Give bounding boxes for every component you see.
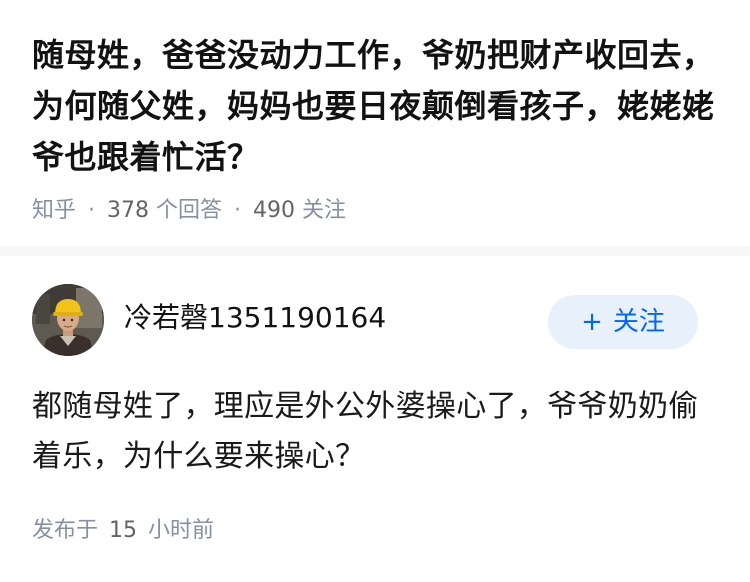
time-value: 15 [109,518,138,543]
question-card: 随母姓，爸爸没动力工作，爷奶把财产收回去，为何随父姓，妈妈也要日夜颠倒看孩子，姥… [0,0,750,246]
source-label: 知乎 [32,198,77,223]
avatar-image [32,284,104,356]
meta-separator: · [88,198,96,223]
follower-label: 关注 [302,198,347,223]
answer-content[interactable]: 都随母姓了，理应是外公外婆操心了，爷爷奶奶偷着乐，为什么要来操心？ [32,382,712,482]
follow-button[interactable]: + 关注 [548,295,698,349]
answer-count: 378 [107,198,150,223]
answer-card: 冷若磬1351190164 + 关注 都随母姓了，理应是外公外婆操心了，爷爷奶奶偷… [0,256,750,582]
question-title[interactable]: 随母姓，爸爸没动力工作，爷奶把财产收回去，为何随父姓，妈妈也要日夜颠倒看孩子，姥… [32,30,722,183]
meta-separator: · [234,198,242,223]
answer-time: 发布于 15 小时前 [32,516,214,546]
answer-count-label: 个回答 [156,198,223,223]
time-prefix: 发布于 [32,518,99,543]
question-meta: 知乎 · 378 个回答 · 490 关注 [32,196,346,226]
author-name[interactable]: 冷若磬1351190164 [124,300,386,336]
follower-count: 490 [253,198,296,223]
avatar[interactable] [32,284,104,356]
follow-label: 关注 [612,307,665,337]
time-suffix: 小时前 [148,518,215,543]
section-divider [0,246,750,256]
plus-icon: + [581,307,603,337]
